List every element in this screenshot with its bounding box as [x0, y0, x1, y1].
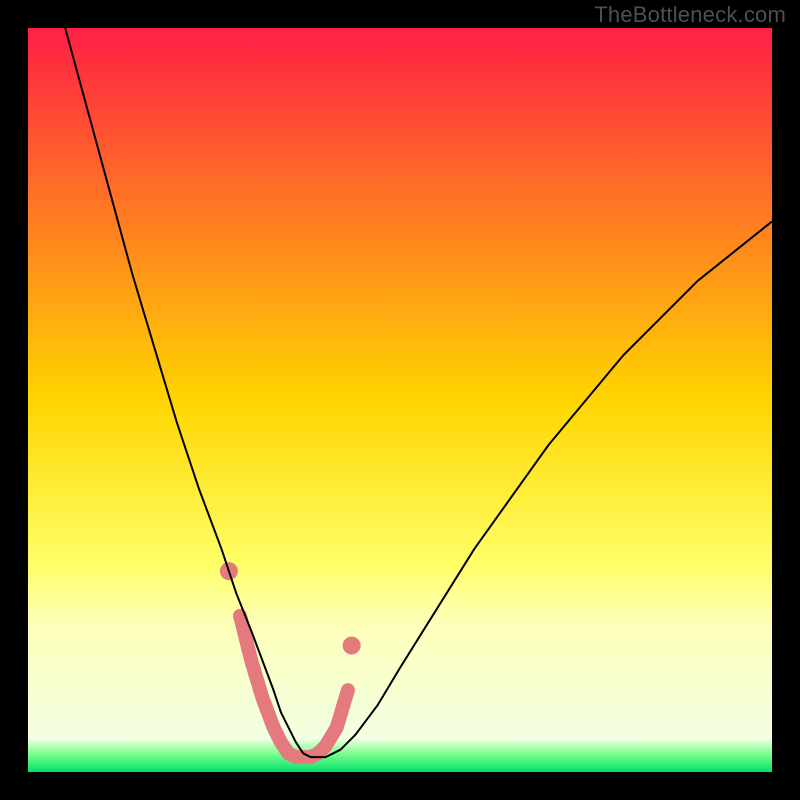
chart-frame: TheBottleneck.com — [0, 0, 800, 800]
watermark-text: TheBottleneck.com — [594, 2, 786, 28]
highlight-endpoints — [343, 637, 361, 655]
plot-area — [28, 28, 772, 772]
chart-svg — [28, 28, 772, 772]
